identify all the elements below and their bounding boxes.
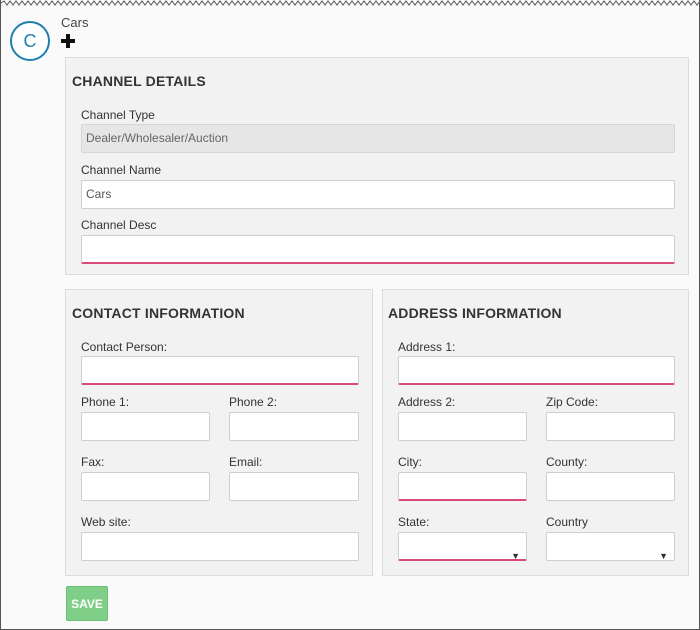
avatar-letter: C bbox=[23, 30, 37, 51]
channel-name-label: Channel Name bbox=[81, 163, 162, 177]
contact-info-title: CONTACT INFORMATION bbox=[72, 305, 245, 321]
contact-person-field[interactable] bbox=[81, 356, 359, 385]
country-label: Country bbox=[546, 515, 589, 529]
county-field[interactable] bbox=[546, 472, 675, 501]
email-field[interactable] bbox=[229, 472, 359, 501]
address1-field[interactable] bbox=[398, 356, 675, 385]
save-button[interactable]: SAVE bbox=[66, 586, 108, 621]
phone2-field[interactable] bbox=[229, 412, 359, 441]
city-field[interactable] bbox=[398, 472, 527, 501]
website-label: Web site: bbox=[81, 515, 131, 529]
country-select[interactable]: ▼ bbox=[546, 532, 675, 561]
phone1-field[interactable] bbox=[81, 412, 210, 441]
page-title: Cars bbox=[61, 15, 89, 30]
address2-field[interactable] bbox=[398, 412, 527, 441]
channel-type-label: Channel Type bbox=[81, 108, 155, 122]
torn-edge bbox=[1, 0, 700, 6]
state-select[interactable]: ▼ bbox=[398, 532, 527, 561]
page-frame: C Cars CHANNEL DETAILS Channel Type Deal… bbox=[0, 0, 700, 630]
avatar: C bbox=[10, 21, 50, 61]
address-info-title: ADDRESS INFORMATION bbox=[388, 305, 562, 321]
chevron-down-icon: ▼ bbox=[659, 551, 668, 561]
channel-desc-label: Channel Desc bbox=[81, 218, 157, 232]
contact-person-label: Contact Person: bbox=[81, 340, 168, 354]
fax-label: Fax: bbox=[81, 455, 105, 469]
channel-name-field[interactable]: Cars bbox=[81, 180, 675, 209]
email-label: Email: bbox=[229, 455, 263, 469]
address2-label: Address 2: bbox=[398, 395, 456, 409]
fax-field[interactable] bbox=[81, 472, 210, 501]
phone2-label: Phone 2: bbox=[229, 395, 278, 409]
city-label: City: bbox=[398, 455, 422, 469]
chevron-down-icon: ▼ bbox=[511, 551, 520, 561]
state-label: State: bbox=[398, 515, 430, 529]
county-label: County: bbox=[546, 455, 588, 469]
zip-code-field[interactable] bbox=[546, 412, 675, 441]
channel-desc-field[interactable] bbox=[81, 235, 675, 264]
zip-code-label: Zip Code: bbox=[546, 395, 599, 409]
website-field[interactable] bbox=[81, 532, 359, 561]
address1-label: Address 1: bbox=[398, 340, 456, 354]
plus-icon[interactable] bbox=[60, 33, 76, 49]
phone1-label: Phone 1: bbox=[81, 395, 130, 409]
channel-type-field: Dealer/Wholesaler/Auction bbox=[81, 124, 675, 153]
channel-details-title: CHANNEL DETAILS bbox=[72, 73, 206, 89]
